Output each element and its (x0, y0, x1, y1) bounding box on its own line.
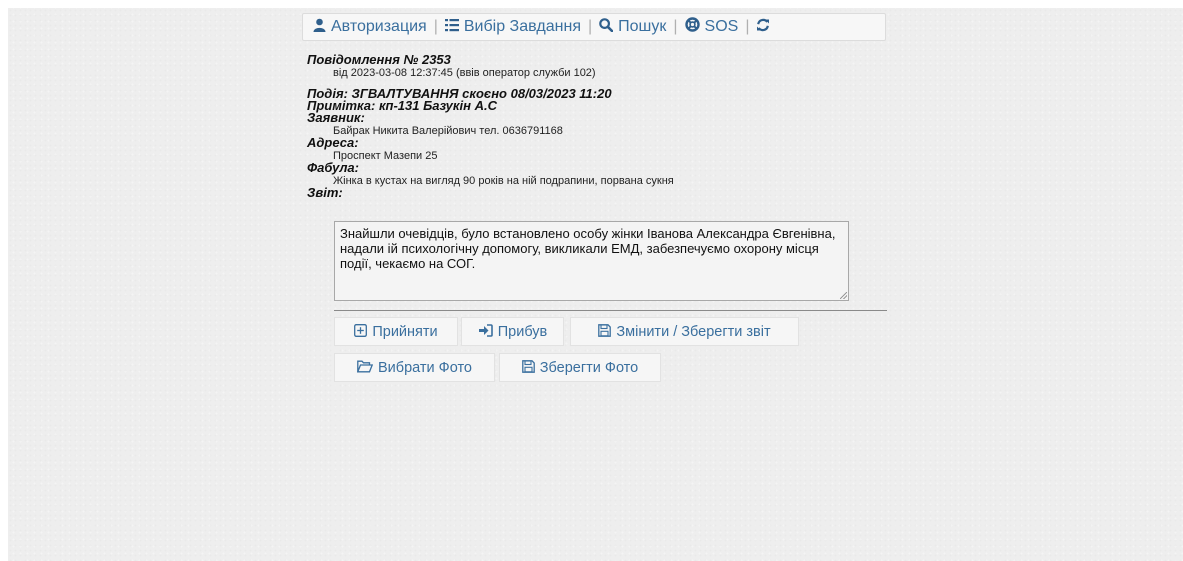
floppy-icon (598, 323, 612, 340)
nav-refresh[interactable] (756, 18, 775, 37)
nav-separator: | (673, 18, 678, 35)
report-textarea[interactable]: Знайшли очевідців, було встановлено особ… (334, 221, 849, 301)
list-icon (444, 18, 459, 37)
refresh-icon (756, 18, 770, 37)
user-icon (313, 18, 326, 37)
folder-open-icon (356, 360, 374, 376)
nav-separator: | (745, 18, 750, 35)
top-navbar: Авторизация | Вибір Завдання | Пошук | S… (302, 13, 886, 41)
arrived-button-label: Прибув (497, 323, 548, 340)
plus-square-icon (354, 323, 368, 340)
report-label: Звіт: (307, 185, 343, 200)
nav-sos-label: SOS (704, 18, 739, 35)
applicant-label: Заявник: (307, 110, 365, 125)
address-label: Адреса: (307, 135, 359, 150)
message-details: Повідомлення № 2353 від 2023-03-08 12:37… (307, 52, 887, 200)
choose-photo-button[interactable]: Вибрати Фото (334, 353, 495, 382)
arrived-button[interactable]: Прибув (461, 317, 564, 346)
fabula-label: Фабула: (307, 160, 359, 175)
fabula-value: Жінка в кустах на вигляд 90 років на ній… (333, 175, 674, 187)
nav-authorization[interactable]: Авторизация (313, 18, 427, 37)
nav-task-select[interactable]: Вибір Завдання (444, 18, 581, 37)
address-value: Проспект Мазепи 25 (333, 150, 438, 162)
nav-separator: | (587, 18, 593, 35)
save-report-button-label: Змінити / Зберегти звіт (616, 323, 771, 340)
nav-search[interactable]: Пошук (599, 17, 667, 37)
nav-separator: | (433, 18, 438, 35)
nav-sos[interactable]: SOS (684, 17, 739, 37)
resize-handle-icon[interactable] (840, 292, 847, 299)
message-title: Повідомлення № 2353 (307, 52, 451, 67)
nav-authorization-label: Авторизация (331, 18, 427, 35)
save-report-button[interactable]: Змінити / Зберегти звіт (570, 317, 799, 346)
message-meta: від 2023-03-08 12:37:45 (ввів оператор с… (333, 67, 596, 79)
nav-search-label: Пошук (618, 18, 667, 35)
applicant-value: Байрак Никита Валерійович тел. 063679116… (333, 125, 563, 137)
divider (334, 310, 887, 311)
nav-task-select-label: Вибір Завдання (463, 18, 581, 35)
lifebuoy-icon (684, 17, 700, 37)
save-photo-button-label: Зберегти Фото (539, 359, 639, 376)
accept-button-label: Прийняти (372, 323, 438, 340)
sign-in-icon (478, 323, 493, 340)
search-icon (599, 17, 614, 37)
save-photo-button[interactable]: Зберегти Фото (499, 353, 661, 382)
report-text: Знайшли очевідців, було встановлено особ… (340, 226, 836, 271)
note-line: Примітка: кп-131 Базукін А.С (307, 98, 497, 113)
page-background: Авторизация | Вибір Завдання | Пошук | S… (8, 8, 1183, 561)
choose-photo-button-label: Вибрати Фото (378, 359, 472, 376)
accept-button[interactable]: Прийняти (334, 317, 458, 346)
floppy-icon (521, 359, 535, 376)
